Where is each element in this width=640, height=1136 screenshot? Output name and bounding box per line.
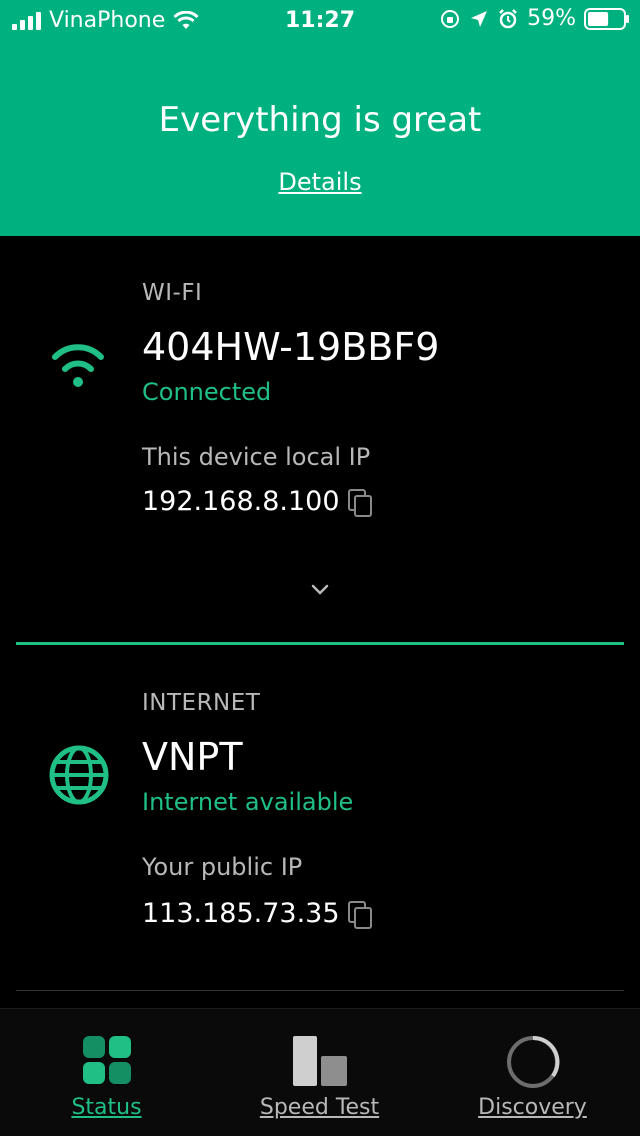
public-ip-value: 113.185.73.35 — [142, 898, 340, 929]
internet-provider: VNPT — [142, 735, 243, 779]
alarm-icon — [499, 8, 517, 28]
grid-icon — [82, 1036, 131, 1084]
section-divider — [16, 642, 624, 645]
status-bar: VinaPhone 11:27 59% — [0, 0, 640, 40]
battery-percent: 59% — [527, 6, 576, 31]
local-ip-value: 192.168.8.100 — [142, 486, 340, 517]
page-title: Everything is great — [158, 100, 482, 140]
location-icon — [471, 10, 488, 27]
tab-discovery[interactable]: Discovery — [426, 1009, 639, 1136]
section-divider — [16, 990, 624, 991]
local-ip-row: 192.168.8.100 — [142, 486, 372, 517]
tab-status[interactable]: Status — [0, 1009, 213, 1136]
copy-icon[interactable] — [347, 488, 372, 517]
orientation-lock-icon — [441, 9, 460, 28]
tab-discovery-label: Discovery — [478, 1095, 587, 1120]
bars-icon — [292, 1036, 347, 1086]
wifi-icon — [52, 344, 104, 387]
globe-icon — [49, 745, 109, 805]
details-link[interactable]: Details — [0, 168, 640, 196]
local-ip-label: This device local IP — [142, 443, 371, 471]
tab-speed-test-label: Speed Test — [259, 1095, 380, 1120]
radar-icon — [506, 1035, 560, 1088]
public-ip-label: Your public IP — [142, 853, 303, 881]
battery-icon — [584, 7, 629, 30]
internet-status: Internet available — [142, 788, 354, 816]
chevron-down-icon[interactable] — [310, 583, 330, 597]
status-header: VinaPhone 11:27 59% Everything is great … — [0, 0, 640, 236]
wifi-network-name: 404HW-19BBF9 — [142, 325, 440, 369]
copy-icon[interactable] — [347, 900, 372, 929]
internet-section-label: INTERNET — [142, 690, 261, 716]
tab-status-label: Status — [71, 1095, 142, 1120]
tab-speed-test[interactable]: Speed Test — [213, 1009, 426, 1136]
wifi-connection-status: Connected — [142, 378, 272, 406]
wifi-section-label: WI-FI — [142, 280, 203, 306]
tab-bar: Status Speed Test Discovery — [0, 1008, 640, 1136]
public-ip-row: 113.185.73.35 — [142, 898, 372, 929]
